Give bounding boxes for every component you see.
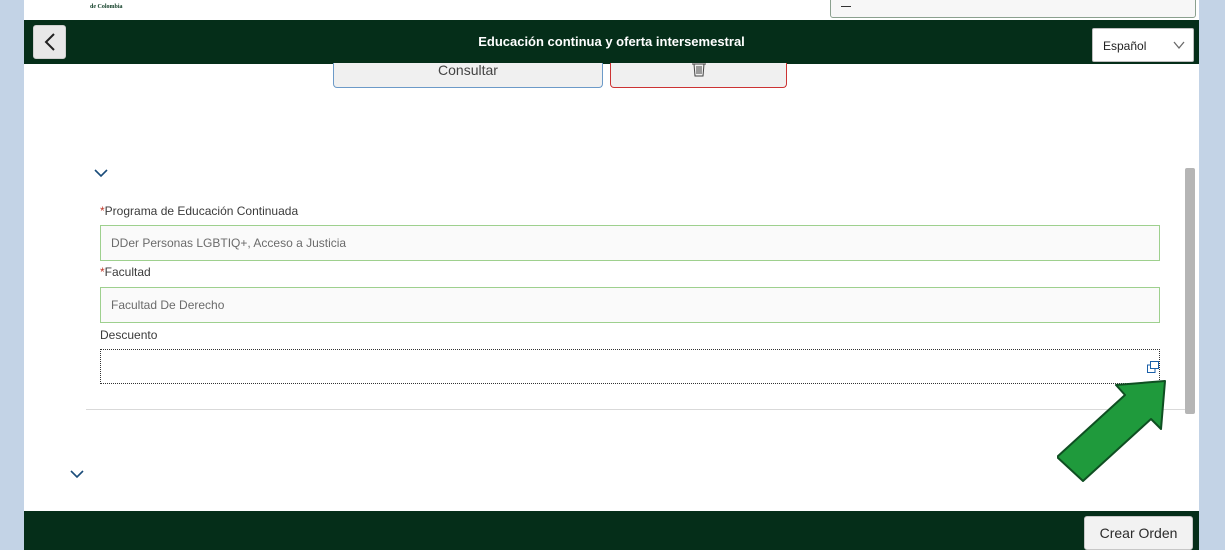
section-collapse-icon[interactable]: [70, 469, 84, 479]
top-strip: de Colombia: [24, 0, 1199, 20]
facultad-label-text: Facultad: [104, 265, 151, 279]
facultad-input[interactable]: Facultad De Derecho: [100, 287, 1160, 323]
delete-button[interactable]: [610, 63, 787, 88]
crear-orden-button[interactable]: Crear Orden: [1084, 516, 1193, 550]
descuento-input[interactable]: [100, 349, 1160, 384]
facultad-label: *Facultad: [100, 265, 151, 279]
annotation-arrow-icon: [1057, 380, 1166, 482]
value-help-icon[interactable]: [1146, 360, 1160, 374]
scrollbar[interactable]: [1185, 168, 1195, 414]
consultar-button[interactable]: Consultar: [333, 63, 603, 88]
section-divider: [86, 409, 1186, 410]
programa-label-text: Programa de Educación Continuada: [104, 204, 299, 218]
top-field[interactable]: [830, 0, 1196, 18]
language-select[interactable]: Español: [1092, 28, 1194, 62]
footer-bar: [24, 511, 1199, 550]
trash-icon: [692, 63, 706, 77]
chevron-down-icon: [1173, 41, 1185, 50]
programa-label: *Programa de Educación Continuada: [100, 204, 298, 218]
brand-text: de Colombia: [90, 4, 123, 10]
page-title: Educación continua y oferta intersemestr…: [478, 34, 745, 49]
language-value: Español: [1103, 39, 1147, 53]
programa-input[interactable]: DDer Personas LGBTIQ+, Acceso a Justicia: [100, 225, 1160, 261]
descuento-label: Descuento: [100, 328, 158, 342]
app-window: de Colombia Educación continua y oferta …: [24, 0, 1199, 550]
section-collapse-icon[interactable]: [94, 168, 108, 178]
